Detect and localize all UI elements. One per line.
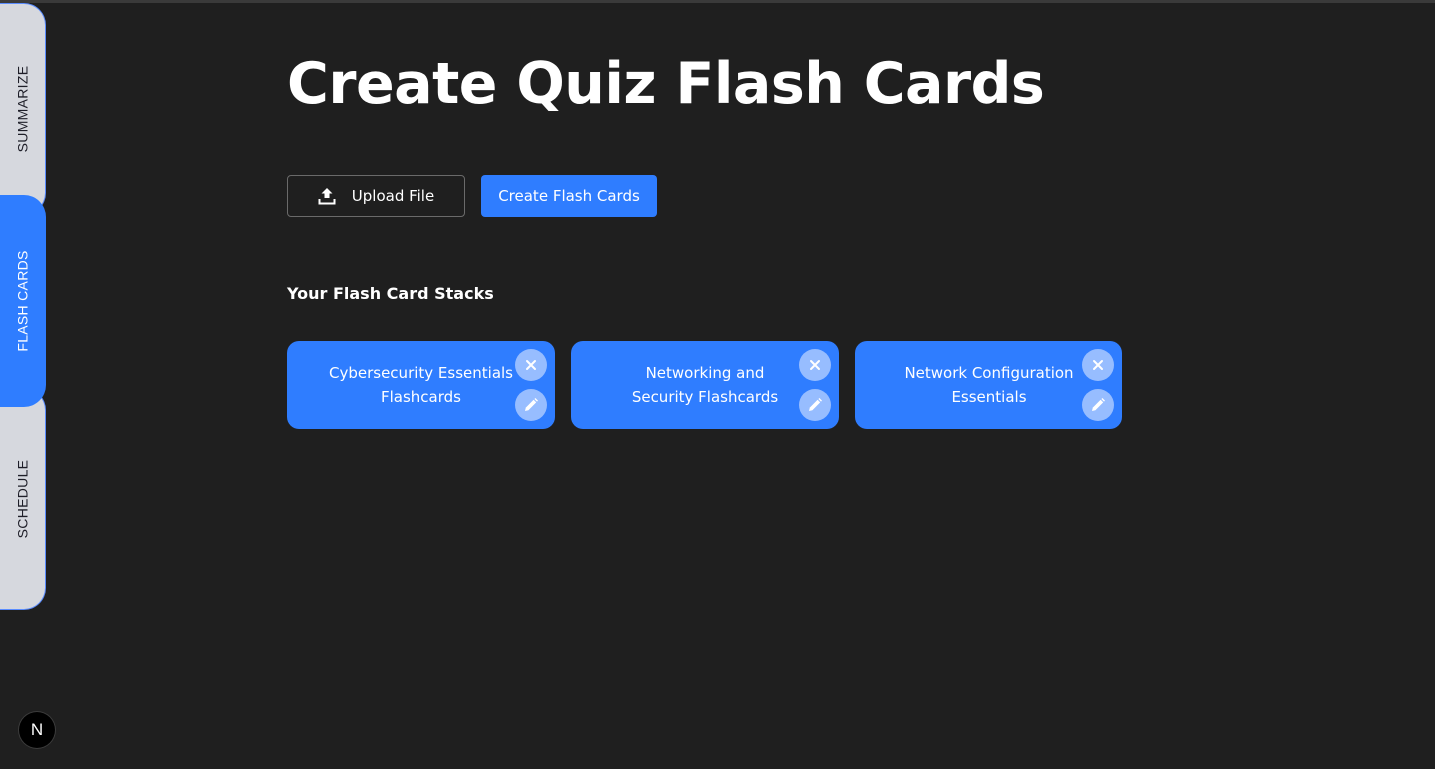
top-border	[0, 0, 1435, 3]
tab-flash-cards[interactable]: FLASH CARDS	[0, 195, 46, 407]
stack-title: Networking and Security Flashcards	[631, 364, 779, 406]
delete-stack-button[interactable]	[1082, 349, 1114, 381]
delete-stack-button[interactable]	[515, 349, 547, 381]
upload-file-label: Upload File	[351, 187, 435, 205]
stack-title: Network Configuration Essentials	[904, 364, 1074, 406]
close-icon	[1093, 360, 1103, 370]
upload-file-button[interactable]: Upload File	[287, 175, 465, 217]
page-title: Create Quiz Flash Cards	[287, 51, 1045, 117]
flash-card-stack[interactable]: Cybersecurity Essentials Flashcards	[287, 341, 555, 429]
tab-summarize[interactable]: SUMMARIZE	[0, 3, 46, 215]
edit-stack-button[interactable]	[515, 389, 547, 421]
edit-stack-button[interactable]	[1082, 389, 1114, 421]
stacks-heading: Your Flash Card Stacks	[287, 284, 494, 303]
upload-icon	[318, 187, 336, 205]
pencil-icon	[809, 398, 822, 411]
edit-stack-button[interactable]	[799, 389, 831, 421]
tab-flash-cards-label: FLASH CARDS	[15, 250, 32, 352]
flash-card-stack[interactable]: Networking and Security Flashcards	[571, 341, 839, 429]
tab-schedule-label: SCHEDULE	[14, 459, 31, 539]
pencil-icon	[525, 398, 538, 411]
tab-schedule[interactable]: SCHEDULE	[0, 388, 46, 610]
tab-summarize-label: SUMMARIZE	[14, 65, 31, 153]
flash-card-stack[interactable]: Network Configuration Essentials	[855, 341, 1122, 429]
badge-letter: N	[30, 720, 44, 739]
close-icon	[526, 360, 536, 370]
stack-title: Cybersecurity Essentials Flashcards	[329, 364, 513, 406]
delete-stack-button[interactable]	[799, 349, 831, 381]
nextjs-dev-badge[interactable]: N	[19, 712, 55, 748]
pencil-icon	[1092, 398, 1105, 411]
create-flash-cards-button[interactable]: Create Flash Cards	[481, 175, 657, 217]
close-icon	[810, 360, 820, 370]
create-flash-cards-label: Create Flash Cards	[498, 187, 640, 205]
